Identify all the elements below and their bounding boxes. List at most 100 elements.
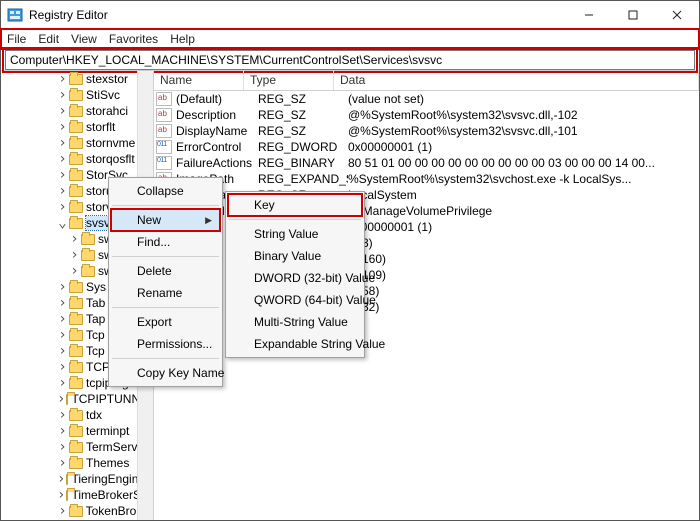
chevron-right-icon[interactable]: › <box>57 506 68 517</box>
chevron-right-icon[interactable]: › <box>57 90 68 101</box>
chevron-right-icon[interactable]: › <box>57 362 68 373</box>
chevron-right-icon[interactable]: › <box>57 154 68 165</box>
menu-item-multi-string-value[interactable]: Multi-String Value <box>228 311 362 333</box>
value-row[interactable]: ImagePathREG_EXPAND_SZ%SystemRoot%\syste… <box>154 171 699 187</box>
tree-node[interactable]: ›TPM <box>1 519 153 520</box>
folder-icon <box>66 474 68 485</box>
chevron-right-icon[interactable]: › <box>57 74 68 85</box>
tree-node[interactable]: ›TieringEngineS <box>1 471 153 487</box>
chevron-right-icon[interactable]: › <box>57 442 68 453</box>
tree-node[interactable]: ›storahci <box>1 103 153 119</box>
chevron-right-icon[interactable]: › <box>57 138 68 149</box>
value-data: SeManageVolumePrivilege <box>348 204 699 218</box>
address-bar-row <box>1 49 699 71</box>
value-row[interactable]: FailureActionsREG_BINARY80 51 01 00 00 0… <box>154 155 699 171</box>
folder-icon <box>69 506 83 517</box>
registry-editor-window: Registry Editor File Edit View Favorites… <box>0 0 700 521</box>
value-row[interactable]: DisplayNameREG_SZ@%SystemRoot%\system32\… <box>154 123 699 139</box>
tree-node[interactable]: ›storqosflt <box>1 151 153 167</box>
folder-icon <box>69 314 83 325</box>
tree-node[interactable]: ›TCPIPTUNNEL <box>1 391 153 407</box>
chevron-right-icon[interactable]: › <box>57 298 68 309</box>
col-type[interactable]: Type <box>244 71 334 90</box>
menu-item-new[interactable]: New <box>111 209 220 231</box>
tree-node[interactable]: ›TokenBroker <box>1 503 153 519</box>
menu-item-export[interactable]: Export <box>111 311 220 333</box>
chevron-right-icon[interactable]: › <box>57 122 68 133</box>
chevron-right-icon[interactable]: › <box>57 490 65 501</box>
menu-favorites[interactable]: Favorites <box>109 32 158 46</box>
registry-path-input[interactable] <box>5 50 695 70</box>
chevron-right-icon[interactable]: › <box>69 250 80 261</box>
value-data: @%SystemRoot%\system32\svsvc.dll,-101 <box>348 124 699 138</box>
tree-node[interactable]: ›terminpt <box>1 423 153 439</box>
menu-item-expandable-string-value[interactable]: Expandable String Value <box>228 333 362 355</box>
menu-help[interactable]: Help <box>170 32 195 46</box>
menu-item-permissions[interactable]: Permissions... <box>111 333 220 355</box>
chevron-right-icon[interactable]: › <box>57 170 68 181</box>
menu-item-qword-bit-value[interactable]: QWORD (64-bit) Value <box>228 289 362 311</box>
chevron-right-icon[interactable]: › <box>57 106 68 117</box>
value-name: FailureActions <box>176 156 258 170</box>
maximize-button[interactable] <box>611 1 655 28</box>
chevron-right-icon[interactable]: › <box>57 378 68 389</box>
value-data: e (58) <box>348 284 699 298</box>
chevron-down-icon[interactable]: ⌄ <box>57 218 68 229</box>
chevron-right-icon[interactable]: › <box>57 202 68 213</box>
chevron-right-icon[interactable]: › <box>57 426 68 437</box>
tree-node[interactable]: ›tdx <box>1 407 153 423</box>
tree-node-label: Tab <box>86 296 105 310</box>
value-row[interactable]: DescriptionREG_SZ@%SystemRoot%\system32\… <box>154 107 699 123</box>
value-type: REG_BINARY <box>258 156 348 170</box>
menu-file[interactable]: File <box>7 32 26 46</box>
value-type: REG_EXPAND_SZ <box>258 172 348 186</box>
chevron-right-icon[interactable]: › <box>57 282 68 293</box>
tree-context-menu: Collapse NewFind... DeleteRename ExportPerm… <box>108 177 223 387</box>
chevron-right-icon[interactable]: › <box>57 474 65 485</box>
menu-item-rename[interactable]: Rename <box>111 282 220 304</box>
chevron-right-icon[interactable]: › <box>69 234 80 245</box>
tree-node[interactable]: ›TimeBrokerSvc <box>1 487 153 503</box>
chevron-right-icon[interactable]: › <box>57 186 68 197</box>
tree-node[interactable]: ›StiSvc <box>1 87 153 103</box>
tree-node[interactable]: › stornvme <box>1 135 153 151</box>
folder-icon <box>69 186 83 197</box>
chevron-right-icon[interactable]: › <box>57 410 68 421</box>
chevron-right-icon[interactable]: › <box>57 346 68 357</box>
value-row[interactable]: (Default)REG_SZ(value not set) <box>154 91 699 107</box>
menu-item-binary-value[interactable]: Binary Value <box>228 245 362 267</box>
menu-item-find[interactable]: Find... <box>111 231 220 253</box>
chevron-right-icon[interactable]: › <box>57 458 68 469</box>
chevron-right-icon[interactable]: › <box>69 266 80 277</box>
tree-node[interactable]: ›TermService <box>1 439 153 455</box>
menu-item-key[interactable]: Key <box>228 194 362 216</box>
menu-item-delete[interactable]: Delete <box>111 260 220 282</box>
menu-view[interactable]: View <box>71 32 97 46</box>
value-type: REG_DWORD <box>258 140 348 154</box>
folder-icon <box>69 90 83 101</box>
minimize-button[interactable] <box>567 1 611 28</box>
menu-item-collapse[interactable]: Collapse <box>111 180 220 202</box>
menu-item-dword-bit-value[interactable]: DWORD (32-bit) Value <box>228 267 362 289</box>
chevron-right-icon[interactable]: › <box>57 330 68 341</box>
col-name[interactable]: Name <box>154 71 244 90</box>
menu-edit[interactable]: Edit <box>38 32 59 46</box>
tree-node[interactable]: ›stexstor <box>1 71 153 87</box>
value-data: LocalSystem <box>348 188 699 202</box>
folder-icon <box>69 106 83 117</box>
chevron-right-icon[interactable]: › <box>57 394 65 405</box>
col-data[interactable]: Data <box>334 71 699 90</box>
folder-icon <box>69 442 83 453</box>
chevron-right-icon[interactable]: › <box>57 314 68 325</box>
menu-separator <box>229 219 361 220</box>
tree-node[interactable]: ›Themes <box>1 455 153 471</box>
folder-icon <box>69 218 83 229</box>
folder-icon <box>69 426 83 437</box>
value-row[interactable]: ErrorControlREG_DWORD0x00000001 (1) <box>154 139 699 155</box>
menu-item-copy-key-name[interactable]: Copy Key Name <box>111 362 220 384</box>
tree-node-label: stornvme <box>86 136 135 150</box>
menu-item-string-value[interactable]: String Value <box>228 223 362 245</box>
tree-node[interactable]: ›storflt <box>1 119 153 135</box>
close-button[interactable] <box>655 1 699 28</box>
new-submenu: Key String ValueBinary ValueDWORD (32-bit… <box>225 191 365 358</box>
